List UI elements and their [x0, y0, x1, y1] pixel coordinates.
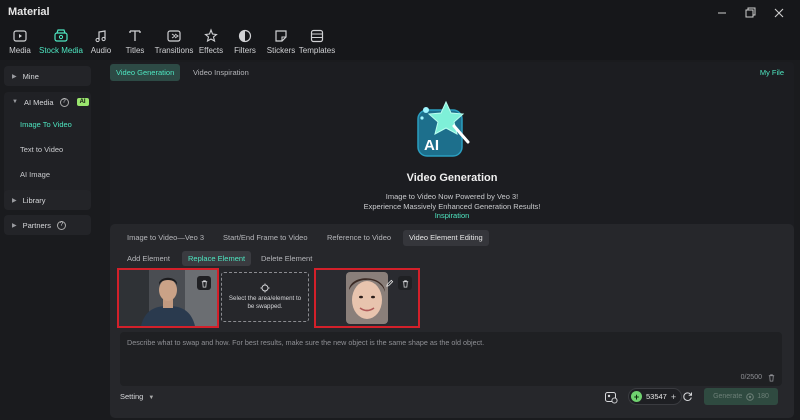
chevron-down-icon: ▼ — [148, 395, 155, 401]
sidebar-item-library-label: Library — [22, 195, 46, 205]
sidebar-item-mine[interactable]: ▶ Mine — [4, 66, 91, 86]
main-content: Video Generation Video Inspiration My Fi… — [110, 62, 794, 418]
caret-right-icon: ▶ — [12, 73, 17, 80]
setting-label: Setting — [120, 392, 144, 401]
material-toolbar: Media Stock Media Audio Titles Transitio… — [0, 26, 800, 60]
generation-panel: Image to Video—Veo 3 Start/End Frame to … — [110, 224, 794, 418]
tab-video-inspiration[interactable]: Video Inspiration — [193, 64, 249, 81]
hero-title: Video Generation — [406, 172, 498, 184]
close-icon[interactable] — [768, 3, 790, 23]
credits-badge[interactable]: + 53547 + — [628, 388, 683, 405]
refresh-icon[interactable] — [682, 391, 693, 402]
toolbar-transitions-label: Transitions — [154, 46, 194, 55]
toolbar-stock-media-label: Stock Media — [38, 46, 84, 55]
stock-media-icon — [54, 29, 68, 42]
effects-icon — [204, 28, 218, 43]
sidebar-item-ai-image[interactable]: AI Image — [20, 170, 50, 179]
sidebar-item-mine-label: Mine — [22, 71, 39, 81]
toolbar-titles-label: Titles — [125, 46, 145, 55]
replacement-image-thumbnail[interactable] — [314, 268, 420, 328]
sidebar-item-text-to-video[interactable]: Text to Video — [20, 145, 63, 154]
generate-cost: 180 — [757, 393, 769, 400]
transitions-icon — [167, 30, 181, 42]
source-video-thumbnail[interactable] — [117, 268, 219, 328]
toolbar-filters-label: Filters — [234, 46, 256, 55]
sidebar-item-partners[interactable]: ▶ Partners ? — [4, 215, 91, 235]
toolbar-audio[interactable]: Audio — [89, 26, 113, 60]
minimize-icon[interactable] — [711, 3, 733, 23]
tab-start-end-frame[interactable]: Start/End Frame to Video — [223, 230, 308, 246]
tab-image-to-video-veo3[interactable]: Image to Video—Veo 3 — [127, 230, 204, 246]
toolbar-effects[interactable]: Effects — [199, 26, 223, 60]
image-settings-icon[interactable] — [604, 390, 618, 404]
restore-icon[interactable] — [739, 3, 761, 23]
edit-icon[interactable] — [382, 276, 396, 290]
help-icon[interactable]: ? — [59, 97, 69, 107]
my-file-link[interactable]: My File — [760, 68, 784, 77]
filters-icon — [238, 29, 252, 43]
toolbar-stickers-label: Stickers — [266, 46, 296, 55]
toolbar-media[interactable]: Media — [6, 26, 34, 60]
tab-video-generation[interactable]: Video Generation — [110, 64, 181, 81]
video-generation-hero-icon: AI — [410, 96, 482, 162]
toolbar-templates[interactable]: Templates — [298, 26, 336, 60]
toolbar-media-label: Media — [9, 46, 31, 55]
toolbar-transitions[interactable]: Transitions — [155, 26, 193, 60]
tab-delete-element[interactable]: Delete Element — [261, 251, 312, 266]
sidebar-item-library[interactable]: ▶ Library — [4, 190, 91, 210]
templates-icon — [310, 29, 324, 43]
window-title: Material — [8, 6, 50, 18]
tab-add-element[interactable]: Add Element — [127, 251, 170, 266]
sidebar-item-ai-media[interactable]: ▼ AI Media ? AI — [4, 92, 91, 112]
prompt-input[interactable]: Describe what to swap and how. For best … — [120, 332, 782, 386]
setting-dropdown[interactable]: Setting ▼ — [120, 392, 154, 401]
hero-line-2: Experience Massively Enhanced Generation… — [363, 202, 541, 211]
select-area-text-1: Select the area/element to — [228, 295, 302, 302]
inspiration-link[interactable]: Inspiration — [435, 211, 470, 220]
trash-icon[interactable] — [398, 276, 412, 290]
credit-icon — [746, 392, 755, 401]
toolbar-templates-label: Templates — [298, 46, 336, 55]
caret-right-icon: ▶ — [12, 197, 17, 204]
hero-line-1: Image to Video Now Powered by Veo 3! — [385, 192, 519, 201]
sidebar: ▶ Mine ▼ AI Media ? AI Image To Video Te… — [0, 60, 104, 420]
stickers-icon — [275, 30, 287, 42]
caret-down-icon: ▼ — [12, 99, 18, 105]
toolbar-stock-media[interactable]: Stock Media — [38, 26, 84, 60]
titles-icon — [129, 30, 141, 41]
toolbar-stickers[interactable]: Stickers — [267, 26, 295, 60]
select-area-text-2: be swapped. — [247, 303, 283, 310]
toolbar-audio-label: Audio — [90, 46, 112, 55]
prompt-placeholder: Describe what to swap and how. For best … — [127, 338, 485, 347]
tab-reference-to-video[interactable]: Reference to Video — [327, 230, 391, 246]
toolbar-filters[interactable]: Filters — [234, 26, 256, 60]
generate-button[interactable]: Generate 180 — [704, 388, 778, 405]
sidebar-item-partners-label: Partners — [22, 220, 51, 230]
toolbar-titles[interactable]: Titles — [124, 26, 146, 60]
audio-icon — [95, 30, 106, 43]
media-icon — [13, 30, 27, 42]
trash-icon[interactable] — [197, 276, 211, 290]
generate-label: Generate — [713, 393, 743, 400]
credits-value: 53547 — [646, 392, 667, 401]
tab-replace-element[interactable]: Replace Element — [182, 251, 252, 266]
tab-video-element-editing[interactable]: Video Element Editing — [403, 230, 489, 246]
toolbar-effects-label: Effects — [198, 46, 224, 55]
sidebar-item-image-to-video[interactable]: Image To Video — [20, 120, 72, 129]
target-icon — [260, 283, 270, 293]
clear-trash-icon[interactable] — [767, 373, 776, 382]
char-count: 0/2500 — [740, 374, 762, 381]
caret-right-icon: ▶ — [12, 222, 17, 229]
add-credits-icon[interactable]: + — [671, 392, 676, 402]
credit-coin-icon: + — [631, 391, 642, 402]
help-icon[interactable]: ? — [56, 220, 66, 230]
select-area-box[interactable]: Select the area/element to be swapped. — [221, 272, 309, 322]
hero-ai-text: AI — [424, 137, 439, 154]
title-bar: Material — [0, 0, 800, 26]
ai-badge: AI — [76, 98, 89, 106]
sidebar-item-ai-media-label: AI Media — [23, 97, 54, 107]
